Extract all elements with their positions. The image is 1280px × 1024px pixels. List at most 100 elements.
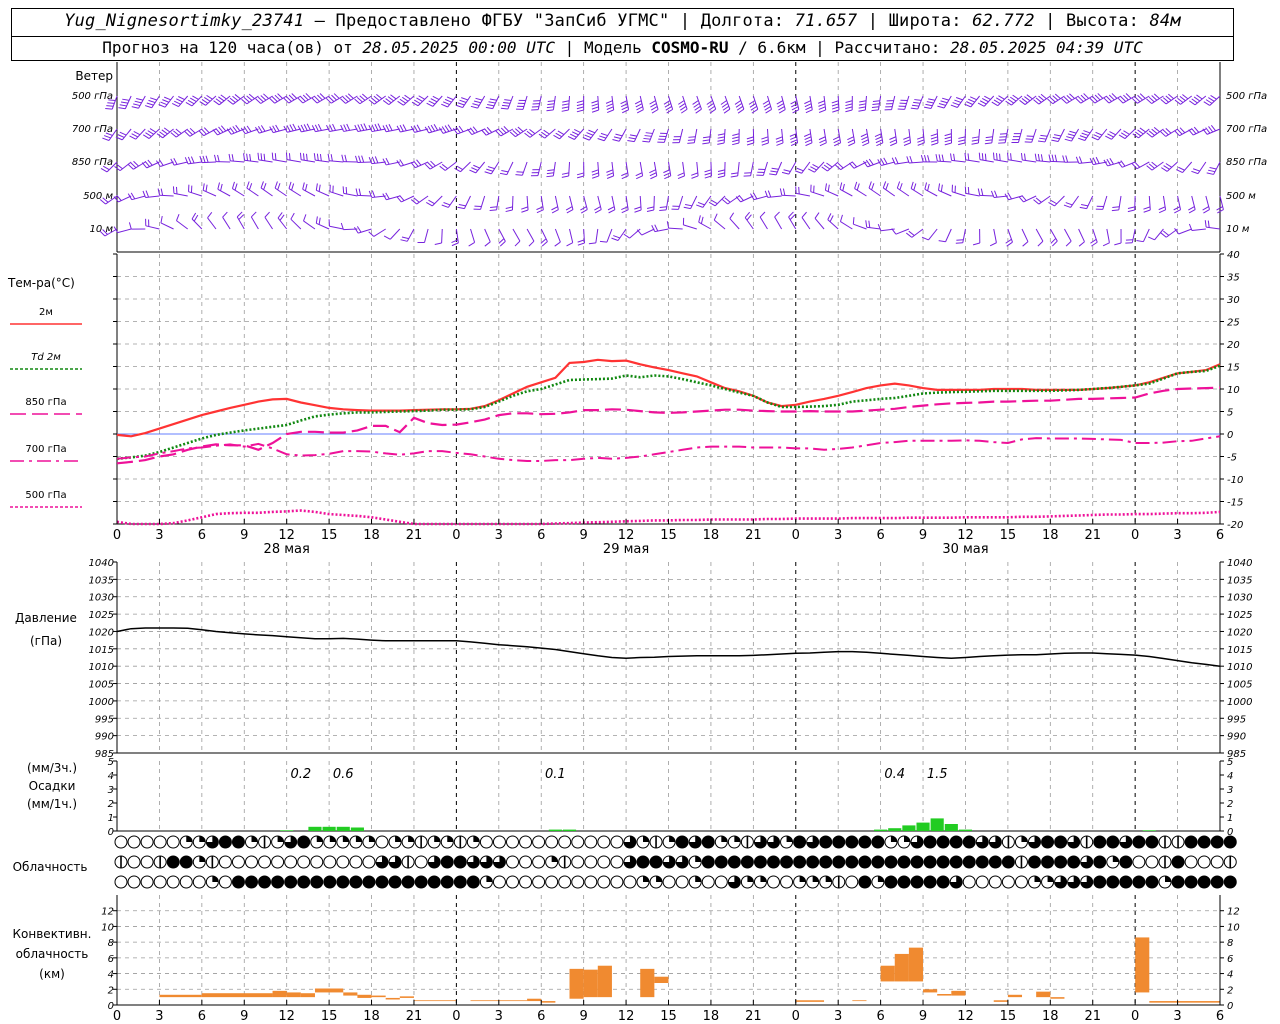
wind-barb-flag: [634, 100, 642, 105]
wind-barb-flag: [486, 126, 493, 133]
wind-barb-flag: [724, 197, 731, 203]
wind-barb-flag: [228, 153, 231, 161]
cloud-symbol: [1132, 875, 1146, 889]
wind-barb-flag: [246, 153, 249, 161]
precipitation-total-label: 0.1: [545, 767, 566, 782]
wind-barb-flag: [314, 96, 321, 102]
wind-barb-flag: [248, 93, 255, 100]
wind-barb-flag: [277, 93, 283, 99]
wind-barb: [1136, 228, 1150, 243]
wind-barb-flag: [455, 126, 461, 134]
wind-barb: [426, 95, 443, 107]
wind-barb-flag: [189, 127, 196, 134]
cloud-symbol: [506, 875, 519, 889]
cloud-symbol: [936, 855, 950, 869]
wind-barb-flag: [1067, 133, 1075, 137]
wind-barb-staff: [595, 228, 599, 243]
wind-barb: [426, 195, 443, 207]
y-tick-label: 1035: [1227, 575, 1252, 586]
wind-barb-flag: [456, 165, 463, 171]
wind-barb-staff: [991, 128, 995, 143]
wind-barb-flag: [202, 155, 206, 163]
wind-barb-flag: [401, 236, 409, 240]
wind-barb-staff: [1044, 128, 1051, 143]
wind-barb-flag: [704, 175, 712, 179]
wind-barb-flag: [319, 153, 322, 162]
cloud-symbol: [297, 835, 311, 849]
y-tick-label: 3: [1227, 785, 1233, 796]
wind-barb-flag: [1010, 153, 1012, 161]
x-tick-label: 3: [1173, 528, 1181, 543]
wind-barb-flag: [944, 133, 952, 137]
y-tick-label: 4: [1227, 970, 1233, 981]
cloud-symbol-circle: [845, 835, 859, 849]
convective-cloud-bar: [795, 1000, 825, 1002]
wind-barb-flag: [1007, 192, 1012, 200]
wind-barb-flag: [750, 105, 758, 111]
cloud-symbol: [845, 855, 859, 869]
x-tick-label: 6: [537, 1009, 545, 1024]
wind-barb-staff: [837, 95, 840, 111]
cloud-symbol-circle: [962, 835, 976, 849]
y-tick-label: 1030: [1227, 593, 1252, 604]
wind-barb: [702, 128, 712, 145]
cloud-symbol-circle: [310, 875, 324, 889]
wind-barb-flag: [116, 164, 123, 170]
cloud-symbol-circle: [819, 835, 833, 849]
convective-cloud-bar: [1135, 937, 1150, 993]
cloud-symbol: [362, 835, 376, 849]
wind-barb: [775, 128, 784, 146]
wind-barb-flag: [145, 190, 150, 198]
wind-barb-flag: [118, 107, 126, 110]
cloud-symbol: [1041, 875, 1055, 889]
wind-barb: [468, 228, 476, 247]
cloud-symbol-circle: [662, 875, 676, 889]
wind-barb-flag: [345, 95, 352, 101]
y-tick-label: 12: [1227, 907, 1240, 918]
wind-barb-staff: [290, 218, 302, 230]
cloud-symbol-circle: [1106, 875, 1120, 889]
wind-barb-flag: [354, 124, 359, 132]
wind-barb-flag: [927, 155, 930, 163]
y-tick-label: 35: [1227, 273, 1240, 284]
cloud-symbol: [532, 835, 546, 849]
wind-barb: [858, 95, 867, 112]
wind-barb-flag: [914, 99, 922, 101]
wind-barb-flag: [512, 129, 519, 136]
cloud-symbol: [1054, 855, 1068, 869]
wind-barb-flag: [1120, 132, 1128, 137]
wind-barb: [884, 95, 896, 111]
wind-barb-flag: [428, 100, 436, 105]
cloud-symbol: [1054, 835, 1068, 849]
wind-barb-flag: [501, 104, 510, 107]
convective-cloud-bar: [159, 994, 202, 998]
cloud-symbol-circle: [336, 875, 350, 889]
cloud-symbol-circle: [284, 855, 298, 869]
cloud-symbol-circle: [962, 855, 976, 869]
wind-barb: [627, 128, 641, 143]
wind-barb: [1125, 228, 1136, 244]
wind-barb-flag: [979, 100, 987, 105]
wind-barb-flag: [576, 109, 584, 113]
cloud-symbol: [832, 875, 846, 889]
wind-barb-flag: [845, 100, 853, 103]
cloud-symbol-circle: [271, 875, 285, 889]
wind-barb-flag: [133, 130, 141, 136]
wind-barb-flag: [903, 136, 911, 140]
wind-barb: [434, 228, 443, 245]
y-tick-label: 3: [108, 785, 114, 796]
cloud-symbol: [988, 875, 1002, 889]
wind-barb: [484, 228, 491, 247]
cloud-symbol: [780, 855, 794, 869]
wind-barb-flag: [538, 133, 546, 139]
wind-barb-staff: [678, 128, 684, 143]
wind-barb-flag: [246, 95, 253, 101]
wind-barb-flag: [1123, 130, 1130, 135]
wind-barb: [991, 95, 1009, 107]
y-tick-label: 15: [1227, 363, 1240, 374]
wind-barb-flag: [765, 108, 772, 114]
wind-barb-flag: [418, 95, 425, 100]
cloud-symbol-circle: [506, 855, 519, 869]
wind-barb-staff: [1148, 195, 1151, 211]
wind-barb-flag: [401, 96, 409, 102]
